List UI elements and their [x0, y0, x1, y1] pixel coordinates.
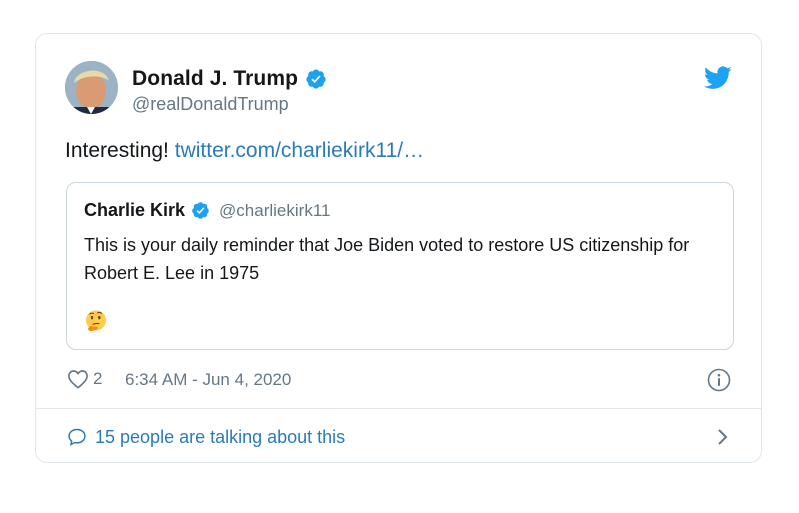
author-handle[interactable]: @realDonaldTrump: [132, 94, 289, 115]
tweet-card[interactable]: Donald J. Trump @realDonaldTrump Interes…: [35, 33, 762, 463]
author-name[interactable]: Donald J. Trump: [132, 67, 298, 91]
quoted-tweet[interactable]: Charlie Kirk @charliekirk11 This is your…: [66, 182, 734, 350]
tweet-body: Interesting!: [65, 139, 175, 162]
chevron-right-icon[interactable]: [717, 428, 729, 446]
info-icon[interactable]: [707, 368, 731, 392]
thinking-face-icon: [86, 310, 106, 332]
comment-bubble-icon: [68, 428, 86, 446]
verified-badge-icon: [192, 202, 209, 219]
quoted-header: Charlie Kirk @charliekirk11: [84, 200, 330, 221]
author-name-row: Donald J. Trump: [132, 67, 327, 91]
like-count: 2: [93, 369, 103, 388]
conversation-label[interactable]: 15 people are talking about this: [95, 427, 345, 448]
tweet-meta: 2 6:34 AM - Jun 4, 2020: [67, 367, 731, 393]
conversation-link[interactable]: 15 people are talking about this: [67, 424, 731, 450]
divider: [36, 408, 761, 409]
verified-badge-icon: [306, 69, 326, 89]
tweet-link[interactable]: twitter.com/charliekirk11/…: [175, 139, 424, 162]
author-avatar[interactable]: [65, 61, 118, 114]
quoted-author-handle[interactable]: @charliekirk11: [219, 201, 330, 221]
tweet-header: Donald J. Trump @realDonaldTrump: [65, 61, 732, 119]
twitter-bird-icon[interactable]: [704, 66, 732, 90]
tweet-timestamp[interactable]: 6:34 AM - Jun 4, 2020: [125, 370, 291, 390]
heart-icon: [68, 370, 88, 389]
quoted-text: This is your daily reminder that Joe Bid…: [84, 235, 690, 283]
tweet-text: Interesting! twitter.com/charliekirk11/…: [65, 139, 424, 163]
quoted-author-name[interactable]: Charlie Kirk: [84, 200, 185, 221]
like-button[interactable]: 2: [67, 369, 102, 389]
